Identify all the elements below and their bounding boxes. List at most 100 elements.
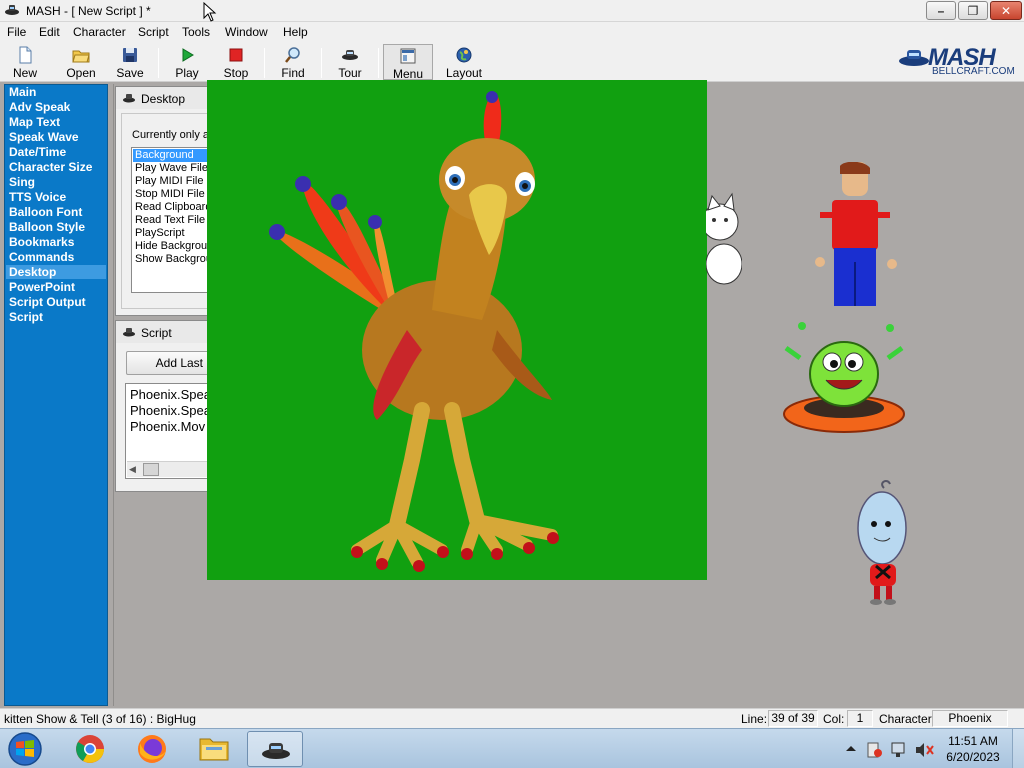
stop-button[interactable]: Stop [211, 44, 261, 80]
new-label: New [12, 66, 37, 80]
menu-help[interactable]: Help [283, 25, 308, 39]
sidebar-item-tts-voice[interactable]: TTS Voice [9, 190, 66, 204]
chrome-icon [76, 735, 104, 763]
close-button[interactable]: ✕ [990, 1, 1022, 20]
menu-bar: File Edit Character Script Tools Window … [0, 22, 1024, 42]
scroll-thumb[interactable] [143, 463, 159, 476]
sidebar-item-character-size[interactable]: Character Size [9, 160, 92, 174]
find-label: Find [281, 66, 305, 80]
layout-label: Layout [445, 66, 483, 80]
mash-ufo-icon [262, 743, 290, 759]
menu-label: Menu [392, 67, 424, 81]
tour-button[interactable]: Tour [325, 44, 375, 80]
title-bar: MASH - [ New Script ] * – ❐ ✕ [0, 0, 1024, 22]
sidebar-item-bookmarks[interactable]: Bookmarks [9, 235, 74, 249]
mouse-cursor-icon [203, 2, 217, 22]
close-icon: ✕ [1000, 3, 1012, 18]
sidebar-item-main[interactable]: Main [9, 85, 36, 99]
list-item[interactable]: Read Text File [135, 214, 205, 227]
play-label: Play [175, 66, 199, 80]
character-label: Character: [879, 712, 936, 726]
save-label: Save [116, 66, 144, 80]
list-item[interactable]: Play MIDI File [135, 175, 203, 188]
find-button[interactable]: Find [268, 44, 318, 80]
menu-character[interactable]: Character [73, 25, 126, 39]
sidebar-item-sing[interactable]: Sing [9, 175, 35, 189]
menu-file[interactable]: File [7, 25, 26, 39]
find-magnifier-icon [285, 47, 300, 63]
list-item[interactable]: Show Backgrou [135, 253, 212, 266]
sidebar-item-map-text[interactable]: Map Text [9, 115, 60, 129]
script-line: Phoenix.Mov [130, 419, 206, 434]
menu-edit[interactable]: Edit [39, 25, 60, 39]
layout-button[interactable]: Layout [439, 44, 489, 80]
desktop-available-label: Currently only av [132, 129, 215, 141]
taskbar-firefox[interactable] [124, 731, 180, 767]
save-button[interactable]: Save [105, 44, 155, 80]
windows-start-icon[interactable] [6, 731, 44, 767]
taskbar-chrome[interactable] [62, 731, 118, 767]
clock-date: 6/20/2023 [946, 750, 1000, 764]
maximize-button[interactable]: ❐ [958, 1, 988, 20]
list-item[interactable]: Play Wave File [135, 162, 208, 175]
line-label: Line: [741, 712, 768, 726]
list-item[interactable]: Stop MIDI File [135, 188, 205, 201]
bellcraft-logo: MASH BELLCRAFT.COM [898, 44, 1022, 80]
clock-time: 11:51 AM [948, 734, 998, 748]
new-document-icon [19, 46, 32, 64]
sidebar-item-adv-speak[interactable]: Adv Speak [9, 100, 70, 114]
show-desktop-button[interactable] [1012, 729, 1024, 768]
folder-icon [199, 738, 229, 761]
script-line: Phoenix.Spea [130, 403, 211, 418]
ufo-logo-icon [899, 50, 929, 66]
script-window-title: Script [141, 326, 172, 340]
sidebar-item-script[interactable]: Script [9, 310, 43, 324]
sidebar-item-speak-wave[interactable]: Speak Wave [9, 130, 79, 144]
sidebar-item-script-output[interactable]: Script Output [9, 295, 86, 309]
taskbar-mash[interactable] [247, 731, 303, 767]
menu-tools[interactable]: Tools [182, 25, 210, 39]
open-button[interactable]: Open [56, 44, 106, 80]
taskbar: 11:51 AM 6/20/2023 [0, 728, 1024, 768]
play-button[interactable]: Play [162, 44, 212, 80]
play-icon [182, 48, 194, 62]
maximize-icon: ❐ [967, 3, 979, 18]
boy-character[interactable] [812, 162, 898, 312]
sidebar-item-desktop[interactable]: Desktop [9, 265, 56, 279]
scroll-left-icon[interactable]: ◀ [129, 464, 136, 475]
open-label: Open [66, 66, 96, 80]
alien-character[interactable] [780, 318, 910, 436]
ufo-icon [123, 328, 135, 337]
list-item[interactable]: Hide Backgroun [135, 240, 213, 253]
firefox-icon [138, 735, 166, 763]
kitten-character[interactable] [706, 182, 742, 286]
col-label: Col: [823, 712, 845, 726]
tray-clock[interactable]: 11:51 AM 6/20/2023 [940, 733, 1006, 765]
system-tray [846, 742, 934, 758]
sidebar-item-balloon-font[interactable]: Balloon Font [9, 205, 82, 219]
minimize-button[interactable]: – [926, 1, 956, 20]
sidebar-item-commands[interactable]: Commands [9, 250, 74, 264]
menu-script[interactable]: Script [138, 25, 169, 39]
script-line: Phoenix.Spea [130, 387, 211, 402]
list-item[interactable]: Read Clipboard [135, 201, 211, 214]
new-button[interactable]: New [0, 44, 50, 80]
sidebar: Main Adv Speak Map Text Speak Wave Date/… [4, 84, 108, 706]
ufo-icon [123, 94, 135, 103]
taskbar-explorer[interactable] [186, 731, 242, 767]
open-folder-icon [72, 50, 90, 63]
phoenix-character[interactable] [207, 80, 707, 580]
menu-panel-icon [400, 48, 416, 64]
menu-button[interactable]: Menu [383, 44, 433, 81]
robot-character[interactable] [856, 480, 910, 606]
sidebar-item-balloon-style[interactable]: Balloon Style [9, 220, 85, 234]
tour-ufo-icon [342, 50, 358, 60]
line-value: 39 of 39 [768, 710, 818, 727]
sidebar-item-powerpoint[interactable]: PowerPoint [9, 280, 75, 294]
tray-volume-icon [916, 743, 924, 757]
sidebar-item-date-time[interactable]: Date/Time [9, 145, 66, 159]
window-title: MASH - [ New Script ] * [26, 4, 151, 18]
list-item[interactable]: PlayScript [135, 227, 185, 240]
menu-window[interactable]: Window [225, 25, 268, 39]
tray-network-icon [891, 742, 905, 754]
